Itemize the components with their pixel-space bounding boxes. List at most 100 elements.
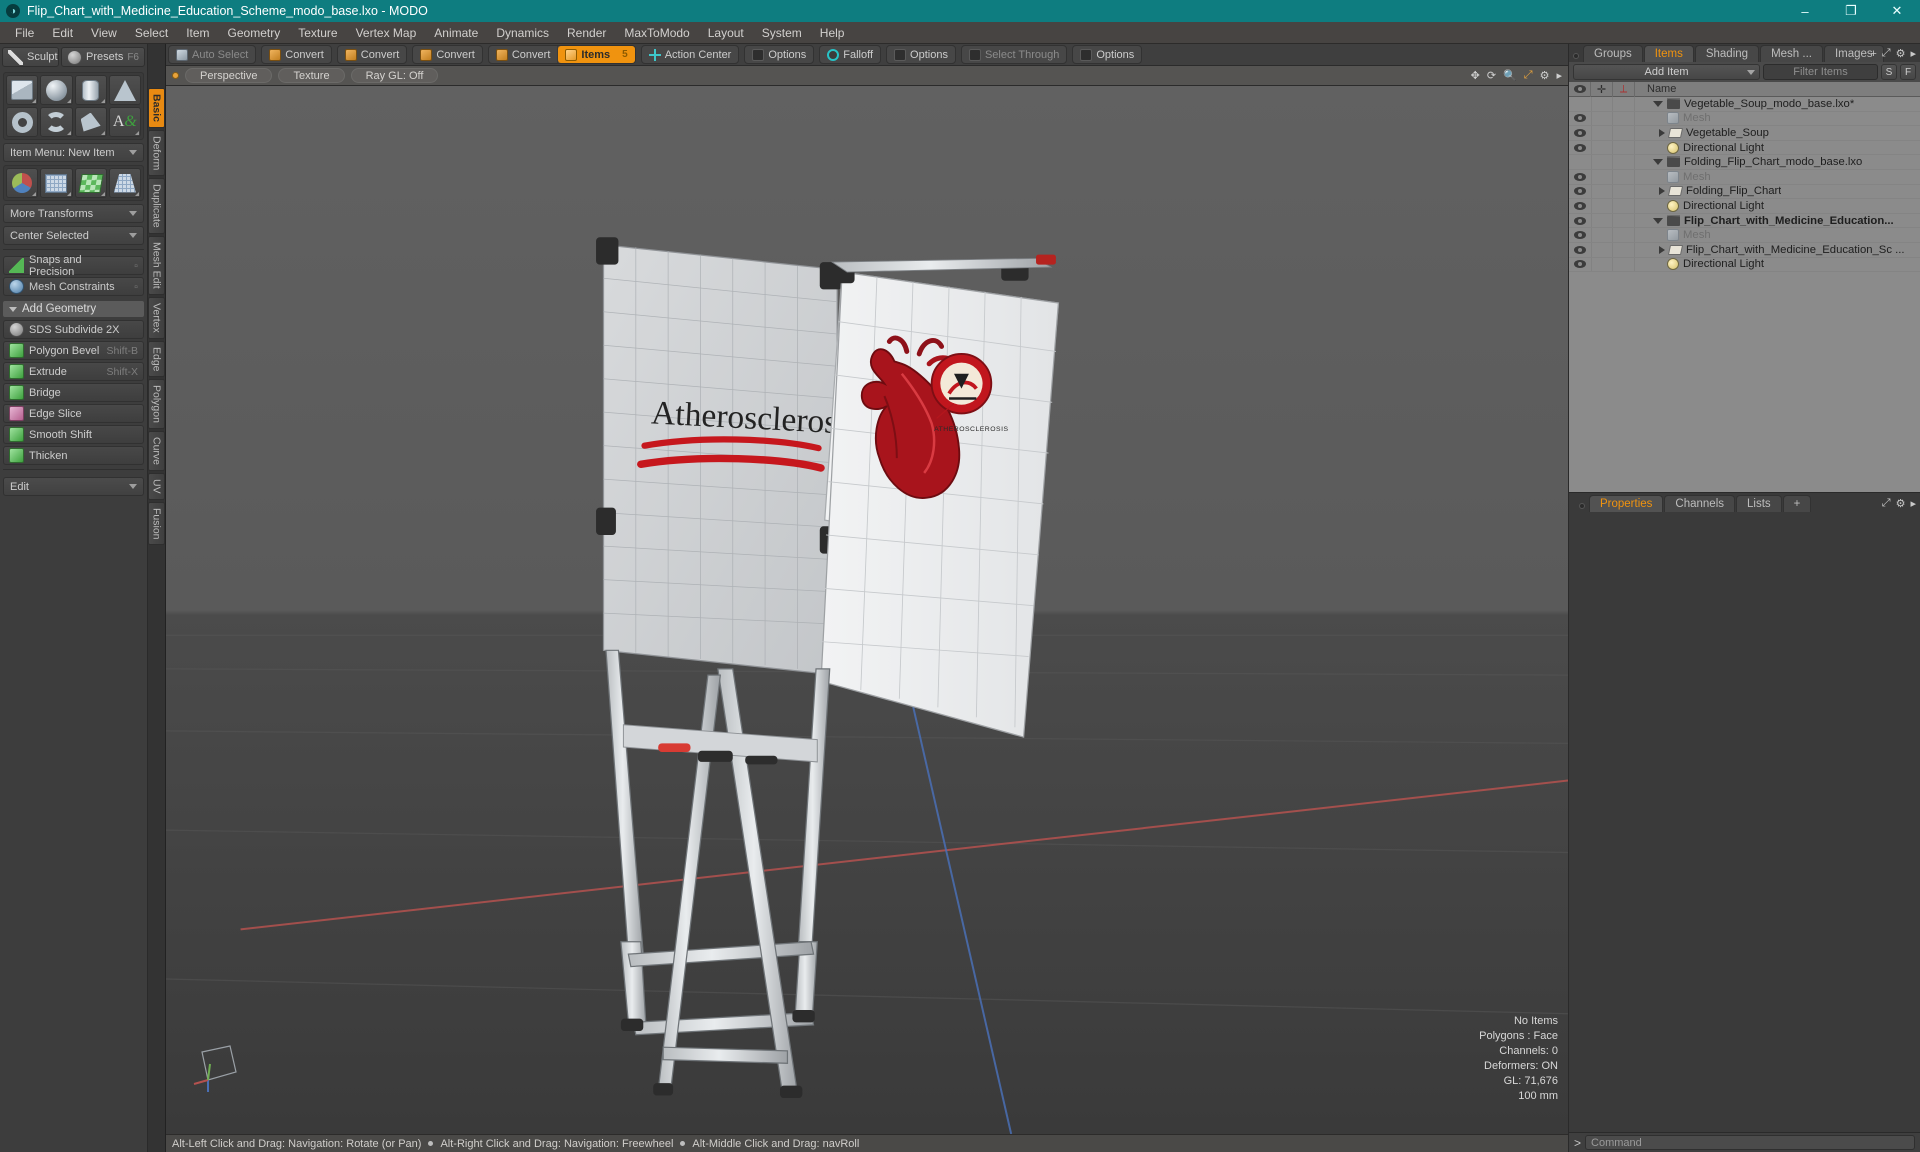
tab-items[interactable]: Items [1643,45,1694,62]
add-item-button[interactable]: Add Item [1573,64,1760,80]
tool-polygon-bevel[interactable]: Polygon Bevel Shift-B [3,341,144,360]
visibility-cell[interactable] [1569,245,1591,254]
cone-primitive-button[interactable] [108,75,141,105]
tool-smooth-shift[interactable]: Smooth Shift [3,425,144,444]
menu-file[interactable]: File [6,23,43,43]
vtab-uv[interactable]: UV [148,473,165,500]
chevron-right-icon[interactable]: ▸ [1910,47,1916,60]
viewport-shading-mode[interactable]: Texture [278,68,345,83]
eye-icon[interactable] [1574,143,1586,152]
tab-mesh[interactable]: Mesh ... [1760,45,1823,62]
vtab-vertex[interactable]: Vertex [148,296,165,339]
cylinder-primitive-button[interactable] [74,75,107,105]
vtab-mesh-edit[interactable]: Mesh Edit [148,236,165,295]
vtab-polygon[interactable]: Polygon [148,379,165,430]
table-row[interactable]: Flip_Chart_with_Medicine_Education_Sc ..… [1569,242,1920,258]
eye-icon[interactable] [1574,114,1586,123]
presets-button[interactable]: Presets F6 [61,47,145,67]
column-transform[interactable]: ⟂ [1613,81,1635,97]
menu-system[interactable]: System [753,23,811,43]
eye-icon[interactable] [1574,187,1586,196]
zoom-icon[interactable]: 🔍 [1503,69,1517,82]
action-options-button[interactable]: Options [745,46,813,63]
chevron-right-icon[interactable]: ▸ [1556,69,1562,82]
expand-icon[interactable]: ⤢ [1882,497,1891,510]
items-mode-button[interactable]: Items 5 [558,46,635,63]
tree-item[interactable]: Directional Light [1635,258,1764,271]
snaps-expand-icon[interactable]: ▫ [134,260,138,272]
table-row[interactable]: Vegetable_Soup [1569,126,1920,141]
constraints-expand-icon[interactable]: ▫ [134,281,138,293]
vtab-fusion[interactable]: Fusion [148,501,165,546]
maximize-button[interactable]: ❐ [1828,0,1874,22]
viewport-menu-dot-icon[interactable] [172,72,179,79]
menu-geometry[interactable]: Geometry [219,23,290,43]
tree-item[interactable]: Flip_Chart_with_Medicine_Education... [1635,215,1894,227]
tab-lists[interactable]: Lists [1736,495,1782,512]
table-row[interactable]: Mesh [1569,111,1920,127]
visibility-cell[interactable] [1569,128,1591,137]
table-row[interactable]: Folding_Flip_Chart_modo_base.lxo [1569,155,1920,170]
tree-item[interactable]: Directional Light [1635,199,1764,212]
visibility-cell[interactable] [1569,216,1591,225]
select-options-button[interactable]: Options [1073,46,1141,63]
item-menu-dropdown[interactable]: Item Menu: New Item [3,143,144,162]
select-through-button[interactable]: Select Through [962,46,1066,63]
panel-menu-dot-icon[interactable] [1573,53,1579,59]
plus-icon[interactable]: + [1870,48,1876,60]
menu-view[interactable]: View [82,23,126,43]
cube-primitive-button[interactable] [6,75,39,105]
viewport-raygl-toggle[interactable]: Ray GL: Off [350,68,439,83]
tab-add[interactable]: + [1782,495,1812,512]
mesh-constraints-button[interactable]: Mesh Constraints ▫ [3,277,144,296]
visibility-cell[interactable] [1569,143,1591,152]
sphere-primitive-button[interactable] [40,75,73,105]
axis-gizmo[interactable] [188,1034,248,1094]
chevron-down-icon[interactable] [1653,217,1663,224]
eye-icon[interactable] [1574,128,1586,137]
fit-icon[interactable]: ⤢ [1524,69,1533,82]
torus-primitive-button[interactable] [6,107,39,137]
vtab-duplicate[interactable]: Duplicate [148,178,165,235]
tree-item[interactable]: Folding_Flip_Chart_modo_base.lxo [1635,156,1862,168]
convert-button-1[interactable]: Convert [262,46,331,63]
table-row[interactable]: Flip_Chart_with_Medicine_Education... [1569,213,1920,229]
menu-vertex-map[interactable]: Vertex Map [347,23,426,43]
tab-properties[interactable]: Properties [1589,495,1664,512]
gear-icon[interactable]: ⚙ [1540,69,1550,82]
menu-edit[interactable]: Edit [43,23,82,43]
column-visibility[interactable] [1569,81,1591,97]
3d-viewport[interactable]: Atherosclerosis ATHEROSCLEROSIS No Items… [166,86,1568,1134]
checker-plane-button[interactable] [74,168,107,198]
table-row[interactable]: Mesh [1569,228,1920,243]
center-selected-dropdown[interactable]: Center Selected [3,226,144,245]
visibility-cell[interactable] [1569,172,1591,181]
table-row[interactable]: Directional Light [1569,140,1920,156]
item-tree[interactable]: Vegetable_Soup_modo_base.lxo* Mesh Veget… [1569,97,1920,492]
falloff-options-button[interactable]: Options [887,46,955,63]
add-geometry-section[interactable]: Add Geometry [3,301,144,317]
menu-texture[interactable]: Texture [289,23,346,43]
tree-item[interactable]: Vegetable_Soup_modo_base.lxo* [1635,98,1854,110]
viewport-view-mode[interactable]: Perspective [185,68,273,83]
tool-thicken[interactable]: Thicken [3,446,144,465]
chevron-down-icon[interactable] [1653,159,1663,166]
menu-item[interactable]: Item [177,23,218,43]
close-button[interactable]: ✕ [1874,0,1920,22]
gear-icon[interactable]: ⚙ [1896,47,1906,60]
column-add[interactable]: ✛ [1591,81,1613,97]
convert-button-2[interactable]: Convert [338,46,407,63]
filter-f-button[interactable]: F [1900,64,1916,80]
snaps-precision-button[interactable]: Snaps and Precision ▫ [3,254,144,278]
tree-item[interactable]: Mesh [1635,170,1711,183]
menu-layout[interactable]: Layout [699,23,753,43]
sculpt-button[interactable]: Sculpt [2,47,60,67]
column-name[interactable]: Name [1635,82,1920,97]
text-primitive-button[interactable]: A& [108,107,141,137]
command-input[interactable]: Command [1585,1135,1915,1150]
spline-primitive-button[interactable] [40,107,73,137]
chevron-right-icon[interactable] [1659,187,1665,196]
tool-edge-slice[interactable]: Edge Slice [3,404,144,423]
visibility-cell[interactable] [1569,231,1591,240]
move-icon[interactable]: ✥ [1471,69,1480,82]
